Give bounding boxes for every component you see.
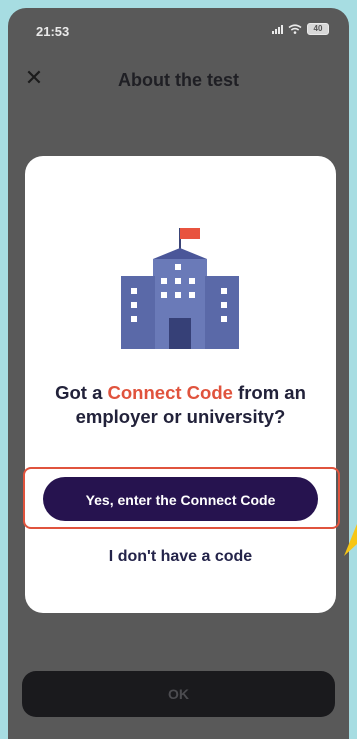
page-title: About the test <box>118 70 239 90</box>
modal-headline: Got a Connect Code from an employer or u… <box>35 381 326 429</box>
status-time: 21:53 <box>36 24 70 39</box>
no-code-link[interactable]: I don't have a code <box>25 548 336 566</box>
app-header: ✕ About the test <box>8 60 349 100</box>
battery-level: 40 <box>313 24 323 33</box>
building-illustration <box>121 228 239 349</box>
headline-text-start: Got a <box>55 382 108 403</box>
connect-code-modal: Got a Connect Code from an employer or u… <box>23 156 340 613</box>
pointer-arrow-icon <box>344 524 357 556</box>
headline-accent: Connect Code <box>107 382 233 403</box>
phone-screen: 21:53 40 ✕ About the test Got a Connect … <box>8 8 349 739</box>
ok-button[interactable]: OK <box>22 671 335 717</box>
signal-icon <box>272 24 283 34</box>
enter-connect-code-button[interactable]: Yes, enter the Connect Code <box>43 477 318 521</box>
status-bar: 21:53 40 <box>8 8 349 54</box>
wifi-icon <box>288 24 302 34</box>
status-icons: 40 <box>272 23 329 35</box>
battery-icon: 40 <box>307 23 329 35</box>
